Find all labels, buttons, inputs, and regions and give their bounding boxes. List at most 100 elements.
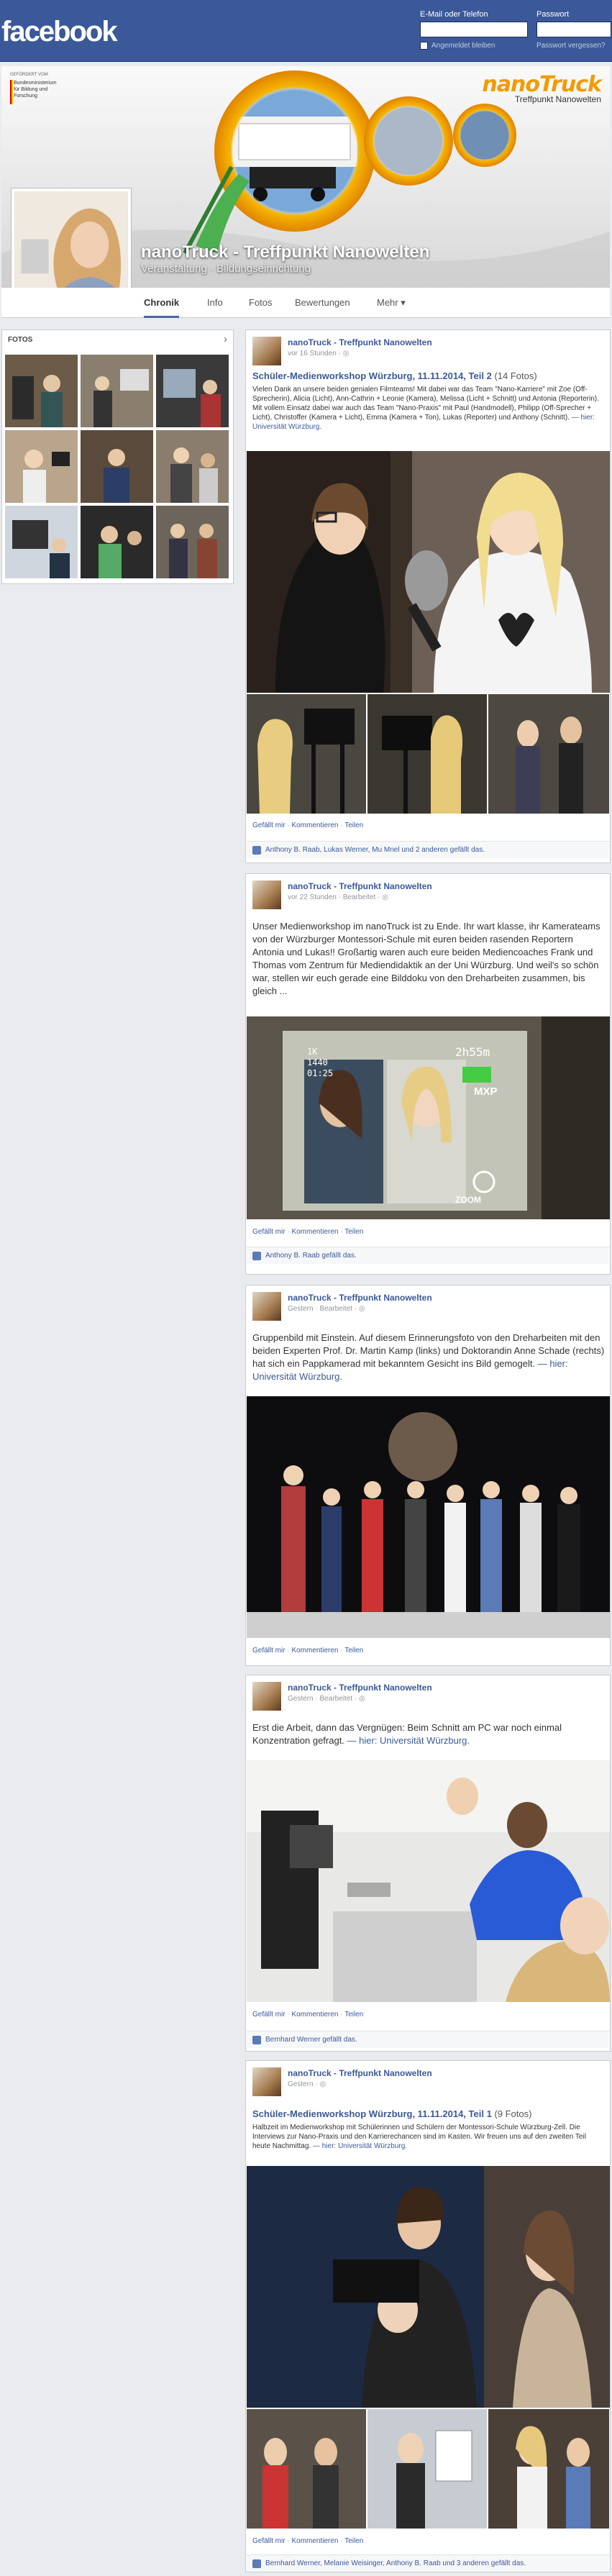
share-button[interactable]: Teilen [344, 2537, 363, 2545]
tab-bewertungen[interactable]: Bewertungen [295, 295, 350, 318]
post-time: vor 22 Stunden · Bearbeitet · ◎ [288, 893, 388, 901]
likes-summary: Anthony B. Raab gefällt das. [247, 1247, 609, 1264]
post-photo[interactable] [488, 694, 609, 814]
photos-title[interactable]: FOTOS [8, 336, 32, 344]
post-avatar[interactable] [252, 1292, 281, 1321]
post-photo[interactable] [247, 2409, 366, 2529]
post-text: Vielen Dank an unsere beiden genialen Fi… [252, 386, 599, 431]
post: nanoTruck - Treffpunkt Nanowelten Gester… [245, 1675, 611, 2052]
post-text: Erst die Arbeit, dann das Vergnügen: Bei… [252, 1722, 562, 1746]
post-photo[interactable] [247, 451, 610, 693]
likes-summary: Bernhard Werner gefällt das. [247, 2031, 609, 2048]
email-field[interactable] [420, 22, 528, 37]
post-author[interactable]: nanoTruck - Treffpunkt Nanowelten [288, 1683, 432, 1693]
globe-icon: ◎ [342, 350, 350, 358]
thumbs-up-icon [252, 2559, 261, 2568]
post-photo[interactable] [247, 694, 366, 814]
post-actions: Gefällt mir · Kommentieren · Teilen [252, 822, 364, 829]
post-author[interactable]: nanoTruck - Treffpunkt Nanowelten [288, 337, 432, 347]
comment-button[interactable]: Kommentieren [291, 2537, 338, 2545]
post-photo[interactable]: 1K 1440 01:25 2h55m MXP ZOOM [247, 1016, 610, 1219]
globe-icon: ◎ [382, 893, 388, 901]
photo-thumb[interactable] [156, 355, 229, 427]
post-photo[interactable] [247, 1760, 610, 2002]
post-avatar[interactable] [252, 2067, 281, 2096]
forgot-password-link[interactable]: Passwort vergessen? [536, 42, 606, 50]
post-author[interactable]: nanoTruck - Treffpunkt Nanowelten [288, 881, 432, 891]
photo-thumb[interactable] [156, 506, 229, 578]
thumbs-up-icon [252, 1252, 261, 1260]
like-button[interactable]: Gefällt mir [252, 1647, 286, 1655]
thumbs-up-icon [252, 846, 261, 855]
page-title[interactable]: nanoTruck - Treffpunkt Nanowelten [141, 242, 429, 263]
post-time: Gestern · Bearbeitet · ◎ [288, 1305, 365, 1313]
remember-label: Angemeldet bleiben [431, 42, 495, 50]
remember-checkbox[interactable] [420, 42, 428, 50]
photo-thumb[interactable] [81, 430, 153, 503]
comment-button[interactable]: Kommentieren [291, 1647, 338, 1655]
bmbf-logo: GEFÖRDERT VOM Bundesministerium für Bild… [10, 72, 66, 122]
profile-photo [14, 191, 128, 304]
post: nanoTruck - Treffpunkt Nanowelten Gester… [245, 2060, 611, 2572]
post-time: vor 16 Stunden · ◎ [288, 350, 350, 358]
post-photo[interactable] [367, 2409, 487, 2529]
top-bar: facebook E-Mail oder Telefon Passwort An… [0, 0, 612, 62]
post-text: Unser Medienworkshop im nanoTruck ist zu… [252, 921, 600, 996]
photo-thumb[interactable] [5, 430, 78, 503]
photo-thumb[interactable] [156, 430, 229, 503]
album-title[interactable]: Schüler-Medienworkshop Würzburg, 11.11.2… [252, 370, 605, 381]
tab-mehr[interactable]: Mehr ▾ [377, 295, 406, 318]
share-button[interactable]: Teilen [344, 1228, 363, 1236]
facebook-logo[interactable]: facebook [1, 16, 118, 48]
post-actions: Gefällt mir · Kommentieren · Teilen [252, 1647, 364, 1655]
like-button[interactable]: Gefällt mir [252, 1228, 286, 1236]
tab-fotos[interactable]: Fotos [249, 295, 273, 318]
post-avatar[interactable] [252, 1682, 281, 1711]
like-button[interactable]: Gefällt mir [252, 822, 286, 829]
like-button[interactable]: Gefällt mir [252, 2537, 286, 2545]
camera-timer: 2h55m [455, 1045, 490, 1059]
tab-info[interactable]: Info [207, 295, 223, 318]
globe-icon: ◎ [358, 1305, 365, 1313]
password-label: Passwort [536, 10, 570, 19]
post-photo[interactable] [247, 1396, 610, 1638]
email-label: E-Mail oder Telefon [420, 10, 488, 19]
comment-button[interactable]: Kommentieren [291, 2011, 338, 2019]
post-avatar[interactable] [252, 880, 281, 909]
post-photo[interactable] [247, 2166, 610, 2408]
photo-thumb[interactable] [5, 506, 78, 578]
post: nanoTruck - Treffpunkt Nanowelten Gester… [245, 1285, 611, 1666]
post-actions: Gefällt mir · Kommentieren · Teilen [252, 2011, 364, 2019]
like-button[interactable]: Gefällt mir [252, 2011, 286, 2019]
tab-chronik[interactable]: Chronik [144, 295, 180, 318]
place-link[interactable]: — hier: Universität Würzburg. [344, 1735, 470, 1746]
post-avatar[interactable] [252, 337, 281, 365]
post-photo[interactable] [488, 2409, 609, 2529]
place-link[interactable]: — hier: Universität Würzburg. [311, 2142, 407, 2150]
share-button[interactable]: Teilen [344, 1647, 363, 1655]
page-category: Veranstaltung · Bildungseinrichtung [141, 263, 311, 275]
post-author[interactable]: nanoTruck - Treffpunkt Nanowelten [288, 2068, 432, 2078]
password-field[interactable] [536, 22, 611, 37]
likes-summary: Anthony B. Raab, Lukas Werner, Mu Mnel u… [247, 841, 609, 858]
globe-icon: ◎ [319, 2080, 326, 2088]
post-actions: Gefällt mir · Kommentieren · Teilen [252, 2537, 364, 2545]
comment-button[interactable]: Kommentieren [291, 1228, 338, 1236]
photo-thumb[interactable] [81, 355, 153, 427]
post-text: Gruppenbild mit Einstein. Auf diesem Eri… [252, 1332, 605, 1382]
photos-box: FOTOS › [1, 329, 234, 584]
photo-thumb[interactable] [81, 506, 153, 578]
post-photo[interactable] [367, 694, 487, 814]
nanotruck-logo: nanoTruck Treffpunkt Nanowelten [482, 72, 602, 104]
post: nanoTruck - Treffpunkt Nanowelten vor 22… [245, 873, 611, 1275]
post-author[interactable]: nanoTruck - Treffpunkt Nanowelten [288, 1293, 432, 1303]
timeline-nav: Chronik Info Fotos Bewertungen Mehr ▾ [1, 288, 610, 318]
comment-button[interactable]: Kommentieren [291, 822, 338, 829]
post-time: Gestern · ◎ [288, 2080, 326, 2088]
share-button[interactable]: Teilen [344, 822, 363, 829]
likes-summary: Bernhard Werner, Melanie Weisinger, Anth… [247, 2554, 609, 2572]
chevron-right-icon[interactable]: › [224, 333, 227, 345]
photo-thumb[interactable] [5, 355, 78, 427]
share-button[interactable]: Teilen [344, 2011, 363, 2019]
album-title[interactable]: Schüler-Medienworkshop Würzburg, 11.11.2… [252, 2108, 605, 2119]
